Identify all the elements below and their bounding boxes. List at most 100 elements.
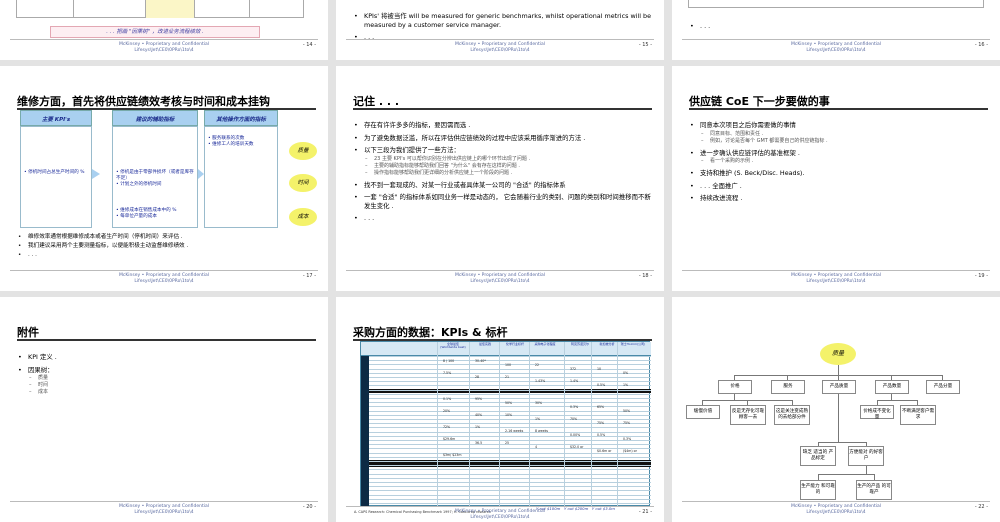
table-cell: 2-16 weeks <box>505 429 524 433</box>
table-cell: 372 <box>570 367 577 371</box>
table-cell: 1% <box>623 383 629 387</box>
slide-17[interactable]: 维修方面，首先将供应链绩效考核与时间和成本挂钩 主要 KPI's 建议的辅助指标… <box>0 66 328 291</box>
bullet-item: 维修效率通常根据维修成本或者生产时间（停机时间）来评估 . <box>18 234 318 241</box>
table-cell: 4 <box>535 445 538 449</box>
summary-note: . . . 把画 "因果树" ，改进业务流程绩效 . <box>50 26 260 38</box>
node-product-quantity: 产品数量 <box>875 380 909 394</box>
support-column: • 停机是由于零部件损坏（或者是库存不足） • 计划之外的停机时间 • 维修成本… <box>112 126 198 228</box>
bullet-list: 维修效率通常根据维修成本或者生产时间（停机时间）来评估 . 我们建议采用两个主要… <box>18 234 318 261</box>
slide-footer: McKinsey • Proprietary and Confidential L… <box>0 270 328 286</box>
table-cell: 1% <box>535 417 541 421</box>
table-cell: 7.5% <box>443 371 452 375</box>
node-level4: 生产能力 和可靠的 <box>800 480 836 500</box>
table-fragment <box>688 0 984 8</box>
bullet-item: 支持和推护 (S. Beck/Disc. Heads). <box>690 169 990 178</box>
flow-table <box>16 0 304 18</box>
table-cell: 25 <box>505 441 510 445</box>
arrow-icon <box>92 169 100 179</box>
table-cell: 50% <box>505 401 513 405</box>
table-cell: 95% <box>475 397 483 401</box>
node-level3: 缺乏 适当的 产品标定 <box>800 446 836 466</box>
table-cell: 0% <box>623 371 629 375</box>
column-header: 全球最佳 (Worldwide best) <box>440 342 466 350</box>
bullet-item: KPI 定义 . <box>18 353 318 362</box>
bullet-item: 因果树： 质量 时间 成本 <box>18 366 318 397</box>
sub-bullet: 成本 <box>28 389 318 396</box>
sub-bullet: 时间 <box>28 382 318 389</box>
table-cell: 100 <box>505 363 512 367</box>
sub-bullet: 操作指标能够帮助我们更详细的分析供应链上一个阶段的问题 . <box>364 170 654 177</box>
table-cell: 0.1% <box>443 397 452 401</box>
table-cell: $3m/ $23m <box>443 453 462 457</box>
slide-title: 附件 <box>17 326 39 339</box>
slide-title: 供应链 CoE 下一步要做的事 <box>689 95 830 108</box>
slide-title: 维修方面，首先将供应链绩效考核与时间和成本挂钩 <box>17 95 270 108</box>
slide-footer: McKinsey • Proprietary and Confidential L… <box>336 270 664 286</box>
table-cell: 0.3% <box>570 405 579 409</box>
header-other-metrics: 其他操作方面的指标 <box>204 110 278 126</box>
sub-bullet: 例如，讨论是否每个 GMT 都需要自己的供应链指标 . <box>700 138 990 145</box>
table-cell: 1.4% <box>570 379 579 383</box>
table-cell: 22 <box>535 363 540 367</box>
table-cell: 10 <box>597 367 602 371</box>
table-cell: 72% <box>443 425 451 429</box>
table-cell: 10% <box>505 413 513 417</box>
slide-footer: McKinsey • Proprietary and Confidential L… <box>0 39 328 55</box>
bullet-item: 存在有许许多多的指标，要因需而选 . <box>354 121 654 130</box>
bullet-list: 存在有许许多多的指标，要因需而选 . 为了避免数据泛滥，所以在评估供应链绩效的过… <box>354 121 654 227</box>
slide-title: 记住 . . . <box>353 95 400 108</box>
root-blob: 质量 <box>820 343 856 365</box>
bullet-item: . . . <box>18 252 318 259</box>
slide-footer: McKinsey • Proprietary and Confidential L… <box>0 501 328 517</box>
bullet-item: KPIs' 将被当作 will be measured for generic … <box>354 12 654 29</box>
group-bar <box>361 356 369 506</box>
slide-19[interactable]: 供应链 CoE 下一步要做的事 同意本次项目之后你需要做的事情 同意目标、范围和… <box>672 66 1000 291</box>
table-cell: $29.6m <box>443 437 456 441</box>
table-cell: 1.43% <box>535 379 546 383</box>
slide-15[interactable]: KPIs' 将被当作 will be measured for generic … <box>336 0 664 60</box>
slide-22[interactable]: 质量 价格 服务 产品质量 产品数量 产品分量 缓慢价值 反是无存化可靠顾客一去… <box>672 297 1000 522</box>
slide-21[interactable]: 采购方面的数据：KPIs & 标杆 全球最佳 (Worldwide best) 最… <box>336 297 664 522</box>
column-header: 瑞士Holcim(公司) <box>620 342 646 346</box>
table-cell: 0.3% <box>623 437 632 441</box>
table-cell: 1% <box>475 425 481 429</box>
table-cell: 30% <box>535 401 543 405</box>
kpi-table: 全球最佳 (Worldwide best) 最佳实践 化学行业标杆 采购电子化程度 阿克… <box>360 341 651 506</box>
slide-18[interactable]: 记住 . . . 存在有许许多多的指标，要因需而选 . 为了避免数据泛滥，所以在… <box>336 66 664 291</box>
slide-16[interactable]: . . . McKinsey • Proprietary and Confide… <box>672 0 1000 60</box>
column-header: 化学行业标杆 <box>505 342 524 346</box>
table-cell: 30-40* <box>475 359 486 363</box>
table-cell: 75% <box>597 421 605 425</box>
table-cell: 50% <box>623 409 631 413</box>
bullet-item: . . . <box>354 214 654 223</box>
table-cell: 36.5 <box>475 441 483 445</box>
node-product-quality: 产品质量 <box>822 380 856 394</box>
title-divider <box>353 108 652 110</box>
node-level2: 反是无存化可靠顾客一去 <box>730 405 766 425</box>
column-header: 采购电子化程度 <box>534 342 556 346</box>
sub-bullet: 主要的辅助指标能够帮助我们回答 "为什么" 会有存在这样的问题 . <box>364 163 654 170</box>
slide-14[interactable]: . . . 把画 "因果树" ，改进业务流程绩效 . McKinsey • Pr… <box>0 0 328 60</box>
slide-footer: McKinsey • Proprietary and Confidential L… <box>672 39 1000 55</box>
bullet-item: 以下三段为我们提供了一些方法： 23 主要 KPI's 可以帮你识别在分辨出供应… <box>354 146 654 177</box>
bullet-item: . . . 全面推广 . <box>690 182 990 191</box>
cost-blob: 成本 <box>289 208 317 226</box>
bullet-item: 找不到一套现成的、对某一行业或者具体某一公司的 "合适" 的指标体系 <box>354 181 654 190</box>
bullet-item: . . . <box>690 22 990 31</box>
table-cell: 0.5% <box>597 383 606 387</box>
slide-footer: McKinsey • Proprietary and Confidential L… <box>336 506 664 522</box>
slide-footer: McKinsey • Proprietary and Confidential L… <box>672 501 1000 517</box>
slide-20[interactable]: 附件 KPI 定义 . 因果树： 质量 时间 成本 McKinsey • Pro… <box>0 297 328 522</box>
bullet-item: 我们建议采用两个主要测量指标，以便能积极主动监督维修绩效 . <box>18 243 318 250</box>
bullet-list: KPI 定义 . 因果树： 质量 时间 成本 <box>18 353 318 400</box>
column-header: 阿克苏诺贝尔 <box>570 342 589 346</box>
bullet-item: 进一步确认供应链评估的基准框架 . 看一个采购的示例 . <box>690 149 990 166</box>
table-cell: 21 <box>505 375 510 379</box>
table-cell: 0.00% <box>570 433 581 437</box>
bullet-list: 同意本次项目之后你需要做的事情 同意目标、范围和责任 . 例如，讨论是否每个 G… <box>690 121 990 207</box>
column-header: 最佳实践 <box>478 342 491 346</box>
sub-bullet: 质量 <box>28 375 318 382</box>
sub-bullet: 23 主要 KPI's 可以帮你识别在分辨出供应链上的哪个环节出现了问题 . <box>364 156 654 163</box>
table-cell: 20% <box>443 409 451 413</box>
node-price: 价格 <box>718 380 752 394</box>
